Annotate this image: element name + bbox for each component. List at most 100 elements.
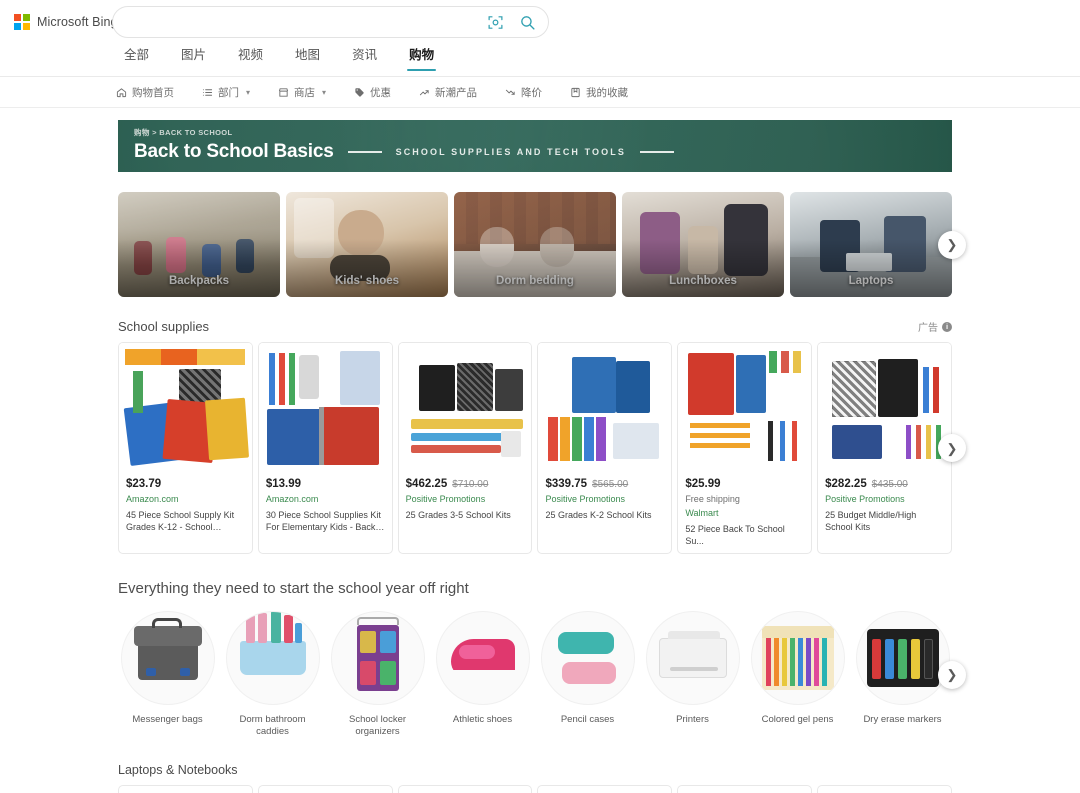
section-title: School supplies — [118, 319, 210, 334]
category-tile-dorm-bedding[interactable]: Dorm bedding — [454, 192, 616, 297]
product-card[interactable] — [397, 784, 533, 793]
tab-videos[interactable]: 视频 — [222, 44, 279, 71]
shopnav-item-deals[interactable]: 优惠 — [354, 85, 391, 100]
product-card[interactable] — [118, 784, 253, 793]
essential-label: Messenger bags — [132, 714, 203, 725]
bing-logo[interactable]: Microsoft Bing — [14, 14, 117, 30]
product-price: $23.79 — [126, 478, 162, 490]
home-icon — [116, 87, 127, 98]
ad-disclosure[interactable]: 广告 i — [918, 319, 952, 334]
shopnav-label: 新潮产品 — [435, 86, 478, 99]
camera-lens-icon[interactable] — [486, 13, 504, 31]
shopnav-label: 降价 — [521, 86, 543, 99]
essential-label: Athletic shoes — [452, 714, 513, 725]
chevron-right-icon: ❯ — [946, 667, 958, 683]
top-header: Microsoft Bing — [0, 0, 1080, 44]
product-title: 30 Piece School Supplies Kit For Element… — [265, 510, 381, 533]
category-tile-laptops[interactable]: Laptops — [790, 192, 952, 297]
essential-item-messenger-bags[interactable]: Messenger bags — [118, 611, 217, 739]
product-price-original: $435.00 — [871, 479, 908, 490]
search-box[interactable] — [112, 6, 549, 38]
trending-up-icon — [419, 87, 430, 98]
product-title: 52 Piece Back To School Su... — [685, 524, 785, 547]
shopnav-divider — [0, 107, 1080, 108]
info-icon[interactable]: i — [942, 321, 952, 332]
product-merchant[interactable]: Positive Promotions — [825, 494, 944, 504]
category-tile-kids-shoes[interactable]: Kids' shoes — [286, 192, 448, 297]
carousel-next-tiles[interactable]: ❯ — [938, 230, 966, 259]
tile-image — [118, 192, 280, 297]
product-merchant[interactable]: Walmart — [685, 508, 804, 518]
category-tile-lunchboxes[interactable]: Lunchboxes — [622, 192, 784, 297]
product-card[interactable] — [537, 784, 673, 793]
shopnav-item-home[interactable]: 购物首页 — [116, 85, 174, 100]
essential-label: Printers — [676, 714, 709, 725]
tab-all[interactable]: 全部 — [108, 44, 165, 71]
tile-label: Dorm bedding — [496, 275, 574, 287]
essential-image — [855, 611, 950, 705]
page-title: Back to School Basics — [134, 141, 334, 162]
product-image — [818, 343, 951, 471]
tab-images[interactable]: 图片 — [165, 44, 222, 71]
laptops-section-title: Laptops & Notebooks — [118, 762, 238, 777]
tile-image — [286, 192, 448, 297]
product-image — [398, 343, 532, 471]
product-title: 25 Grades 3-5 School Kits — [405, 510, 511, 520]
product-card[interactable]: $339.75 $565.00 Positive Promotions 25 G… — [537, 342, 673, 554]
essential-item-pencil-cases[interactable]: Pencil cases — [538, 611, 637, 739]
shopnav-label: 购物首页 — [132, 86, 174, 99]
shopnav-label: 我的收藏 — [586, 86, 629, 99]
carousel-next-essentials[interactable]: ❯ — [938, 660, 966, 689]
essential-item-colored-gel-pens[interactable]: Colored gel pens — [748, 611, 847, 739]
product-card[interactable] — [257, 784, 393, 793]
product-card[interactable]: $282.25 $435.00 Positive Promotions 25 B… — [817, 342, 952, 554]
product-image — [678, 343, 812, 471]
shopnav-item-trending[interactable]: 新潮产品 — [419, 85, 477, 100]
shopnav-item-stores[interactable]: 商店 ▾ — [278, 85, 326, 100]
essential-item-athletic-shoes[interactable]: Athletic shoes — [433, 611, 532, 739]
magnifier-icon[interactable] — [518, 13, 536, 31]
product-title: 45 Piece School Supply Kit Grades K-12 -… — [126, 510, 235, 533]
product-merchant[interactable]: Positive Promotions — [545, 494, 664, 504]
tab-news[interactable]: 资讯 — [336, 44, 393, 71]
list-icon — [202, 87, 213, 98]
shopnav-item-favorites[interactable]: 我的收藏 — [570, 85, 628, 100]
product-image — [538, 343, 672, 471]
chevron-right-icon: ❯ — [946, 237, 958, 252]
product-merchant[interactable]: Positive Promotions — [406, 494, 525, 504]
shopnav-item-departments[interactable]: 部门 ▾ — [202, 85, 250, 100]
product-card[interactable]: $23.79 Amazon.com 45 Piece School Supply… — [118, 342, 253, 554]
essential-item-printers[interactable]: Printers — [643, 611, 742, 739]
product-price: $25.99 — [685, 478, 721, 490]
banner-subtitle: SCHOOL SUPPLIES AND TECH TOOLS — [395, 147, 626, 157]
tab-shopping[interactable]: 购物 — [393, 44, 450, 71]
search-input[interactable] — [129, 14, 486, 30]
ad-label-text: 广告 — [918, 323, 938, 334]
shopnav-item-price-drops[interactable]: 降价 — [505, 85, 542, 100]
product-price: $462.25 — [405, 478, 448, 490]
essential-item-dorm-bathroom-caddies[interactable]: Dorm bathroom caddies — [223, 611, 322, 739]
product-card[interactable] — [817, 784, 952, 793]
product-card[interactable] — [677, 784, 813, 793]
tile-label: Lunchboxes — [669, 275, 737, 287]
essentials-title: Everything they need to start the school… — [118, 580, 469, 597]
product-merchant[interactable]: Amazon.com — [266, 494, 385, 504]
product-title: 25 Grades K-2 School Kits — [545, 510, 652, 520]
tile-label: Kids' shoes — [334, 275, 400, 287]
essential-image — [225, 611, 320, 705]
shopnav-label: 优惠 — [370, 86, 392, 99]
product-merchant[interactable]: Amazon.com — [126, 494, 245, 504]
product-price-original: $710.00 — [452, 479, 489, 490]
carousel-next-products[interactable]: ❯ — [938, 434, 966, 462]
product-card[interactable]: $13.99 Amazon.com 30 Piece School Suppli… — [257, 342, 393, 554]
bookmark-icon — [570, 87, 581, 98]
product-card[interactable]: $25.99 Free shipping Walmart 52 Piece Ba… — [677, 342, 813, 554]
product-card[interactable]: $462.25 $710.00 Positive Promotions 25 G… — [397, 342, 533, 554]
essential-item-school-locker-organizers[interactable]: School locker organizers — [328, 611, 427, 739]
tile-label: Laptops — [848, 275, 894, 287]
essential-image — [120, 611, 215, 705]
chevron-down-icon: ▾ — [246, 87, 251, 97]
category-tile-backpacks[interactable]: Backpacks — [118, 192, 280, 297]
tab-maps[interactable]: 地图 — [279, 44, 336, 71]
essential-image — [330, 611, 425, 705]
